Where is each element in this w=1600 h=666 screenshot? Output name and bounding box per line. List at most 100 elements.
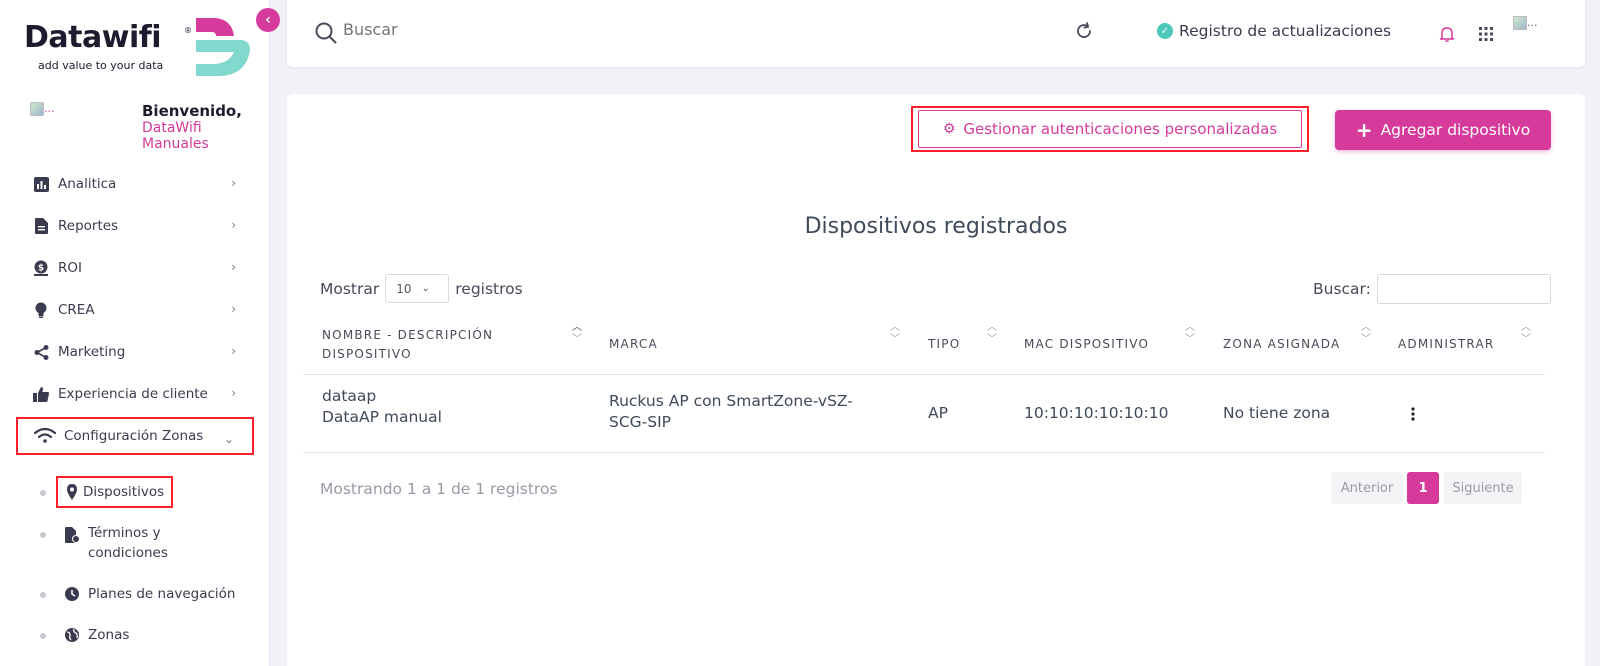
avatar[interactable]: ... <box>30 102 55 116</box>
column-header-mac[interactable]: MAC DISPOSITIVO <box>1024 335 1149 354</box>
sidebar-item-label: ROI <box>58 260 82 276</box>
sidebar: Datawifi ® add value to your data ... Bi… <box>0 0 270 666</box>
logo-text: Datawifi <box>24 20 162 55</box>
sidebar-subitem-terminos[interactable]: Términos y condiciones <box>36 521 256 565</box>
device-type: AP <box>928 404 948 422</box>
page-length-control: Mostrar 10 ⌄ registros <box>320 274 523 303</box>
chevron-down-icon: ⌄ <box>421 283 430 294</box>
sidebar-item-experiencia[interactable]: Experiencia de cliente › <box>16 375 254 413</box>
chevron-left-icon: ‹ <box>265 12 271 28</box>
sidebar-subitem-planes[interactable]: Planes de navegación <box>36 582 256 608</box>
devices-card: ⚙ Gestionar autenticaciones personalizad… <box>287 94 1585 666</box>
welcome-block: ... Bienvenido, DataWifi Manuales <box>30 102 250 152</box>
sort-icon[interactable]: ︿ ﹀ <box>985 322 999 346</box>
column-header-tipo[interactable]: TIPO <box>928 335 960 354</box>
sort-icon[interactable]: ︿ ﹀ <box>888 322 902 346</box>
share-icon <box>32 343 50 361</box>
column-header-zona[interactable]: ZONA ASIGNADA <box>1223 335 1340 354</box>
bell-icon[interactable] <box>1439 26 1455 42</box>
sidebar-subitem-label: Términos y condiciones <box>88 525 168 561</box>
updates-log-link[interactable]: ✓ Registro de actualizaciones <box>1157 22 1391 40</box>
sidebar-item-reportes[interactable]: Reportes › <box>16 207 254 245</box>
table-info: Mostrando 1 a 1 de 1 registros <box>320 480 558 498</box>
avatar-alt: ... <box>44 102 55 115</box>
table-search: Buscar: <box>1313 274 1551 304</box>
collapse-sidebar-button[interactable]: ‹ <box>256 8 280 32</box>
global-search-input[interactable] <box>343 20 643 39</box>
show-suffix: registros <box>455 279 523 298</box>
bullet-dot <box>40 490 46 496</box>
chevron-right-icon: › <box>231 344 236 358</box>
column-header-marca[interactable]: MARCA <box>609 335 658 354</box>
device-mac: 10:10:10:10:10:10 <box>1024 404 1169 422</box>
sidebar-item-label: Reportes <box>58 218 119 234</box>
page-length-select[interactable]: 10 ⌄ <box>385 274 450 303</box>
show-prefix: Mostrar <box>320 279 380 298</box>
pagination-page-1[interactable]: 1 <box>1407 472 1439 504</box>
chevron-right-icon: › <box>231 218 236 232</box>
page-title: Dispositivos registrados <box>804 214 1068 239</box>
logo-tagline: add value to your data <box>38 59 164 72</box>
more-vertical-icon[interactable] <box>1411 407 1415 421</box>
table-search-input[interactable] <box>1376 274 1551 304</box>
sidebar-item-analitica[interactable]: Analitica › <box>16 165 254 203</box>
lightbulb-icon <box>32 301 50 319</box>
sort-icon[interactable]: ︿ ﹀ <box>1359 322 1373 346</box>
clock-icon <box>65 587 79 601</box>
thumbs-up-icon <box>32 385 50 403</box>
table-divider <box>303 452 1545 453</box>
column-header-administrar[interactable]: ADMINISTRAR <box>1398 335 1494 354</box>
sort-icon[interactable]: ︿ ﹀ <box>570 322 584 346</box>
logo-d-icon <box>196 18 250 76</box>
highlight-box <box>911 106 1309 152</box>
pagination-next-button[interactable]: Siguiente <box>1444 472 1522 504</box>
pagination-previous-button[interactable]: Anterior <box>1331 472 1403 504</box>
plus-icon: + <box>1355 118 1373 142</box>
check-circle-icon: ✓ <box>1157 23 1173 39</box>
chevron-right-icon: › <box>231 176 236 190</box>
sidebar-item-label: Experiencia de cliente <box>58 386 208 402</box>
datawifi-logo[interactable]: Datawifi ® add value to your data <box>24 18 250 80</box>
updates-log-label: Registro de actualizaciones <box>1179 22 1392 40</box>
device-zone: No tiene zona <box>1223 404 1331 422</box>
bullet-dot <box>40 633 46 639</box>
chevron-right-icon: › <box>231 386 236 400</box>
sidebar-item-label: Configuración Zonas <box>64 428 204 444</box>
sidebar-subitem-zonas[interactable]: Zonas <box>36 623 256 649</box>
svg-text:$: $ <box>38 264 44 274</box>
sidebar-item-crea[interactable]: CREA › <box>16 291 254 329</box>
sidebar-item-label: CREA <box>58 302 95 318</box>
device-name: dataap <box>322 387 377 405</box>
sidebar-item-marketing[interactable]: Marketing › <box>16 333 254 371</box>
dollar-icon: $ <box>32 259 50 277</box>
bullet-dot <box>40 532 46 538</box>
add-device-label: Agregar dispositivo <box>1380 121 1531 139</box>
sidebar-item-label: Analitica <box>58 176 117 192</box>
file-icon <box>32 217 50 235</box>
welcome-user-name: DataWifi Manuales <box>142 120 209 152</box>
file-check-icon <box>65 527 80 543</box>
profile-avatar[interactable]: ... <box>1513 16 1538 30</box>
add-device-button[interactable]: + Agregar dispositivo <box>1335 110 1551 150</box>
chevron-right-icon: › <box>231 260 236 274</box>
sidebar-item-label: Marketing <box>58 344 126 360</box>
sidebar-item-configuracion-zonas[interactable]: Configuración Zonas ⌄ <box>16 417 254 455</box>
device-brand: Ruckus AP con SmartZone-vSZ-SCG-SIP <box>609 392 853 431</box>
chevron-right-icon: › <box>231 302 236 316</box>
globe-icon <box>65 628 79 642</box>
bullet-dot <box>40 592 46 598</box>
search-icon <box>315 22 337 44</box>
sort-icon[interactable]: ︿ ﹀ <box>1183 322 1197 346</box>
sidebar-subitem-label: Zonas <box>88 627 130 643</box>
wifi-icon <box>34 427 56 445</box>
refresh-icon[interactable] <box>1075 22 1093 40</box>
sidebar-item-roi[interactable]: $ ROI › <box>16 249 254 287</box>
chart-icon <box>32 175 50 193</box>
apps-grid-icon[interactable] <box>1479 27 1493 41</box>
top-bar: ✓ Registro de actualizaciones ... <box>287 0 1585 67</box>
column-header-nombre[interactable]: NOMBRE - DESCRIPCIÓN DISPOSITIVO <box>322 326 562 364</box>
sort-icon[interactable]: ︿ ﹀ <box>1519 322 1533 346</box>
profile-avatar-alt: ... <box>1527 16 1538 29</box>
logo-registered-mark: ® <box>184 26 192 35</box>
page-length-value: 10 <box>396 281 412 296</box>
